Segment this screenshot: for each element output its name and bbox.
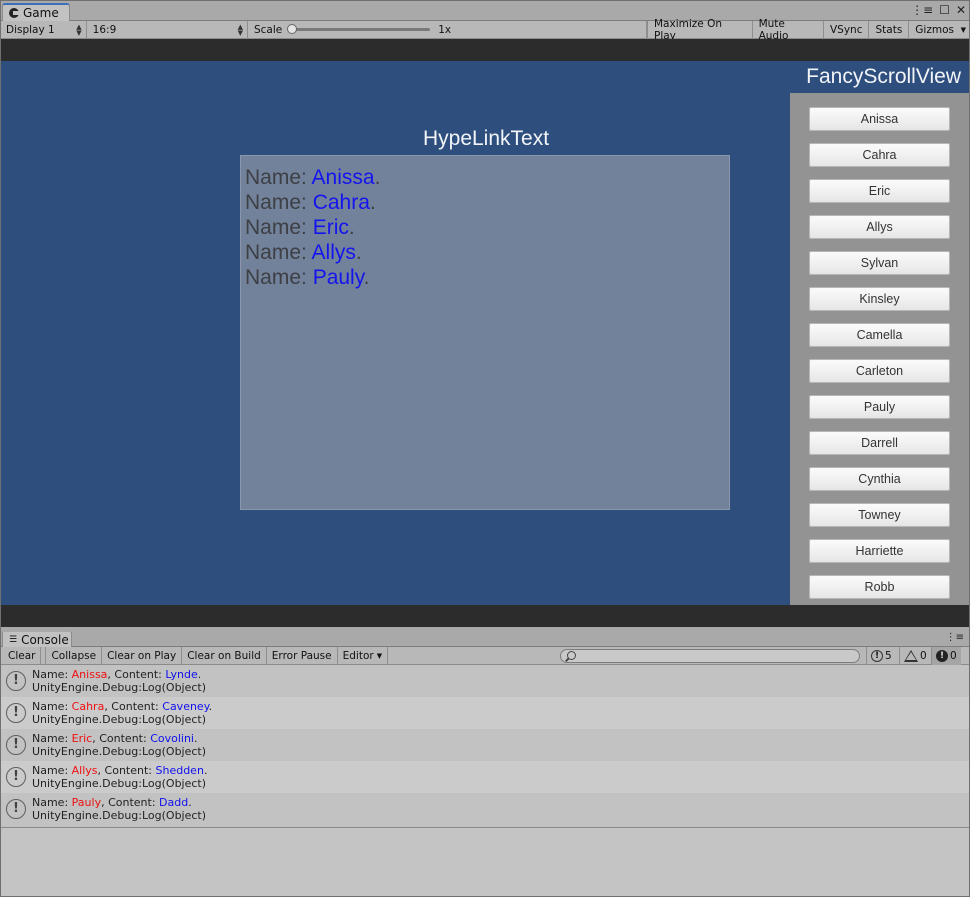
console-list-icon: ☰ — [9, 634, 18, 645]
fancy-item-button[interactable]: Sylvan — [809, 251, 950, 275]
scale-slider-handle[interactable] — [287, 24, 298, 34]
stats-button[interactable]: Stats — [869, 20, 910, 39]
mute-audio-label: Mute Audio — [758, 17, 789, 42]
log-stack-trace: UnityEngine.Debug:Log(Object) — [32, 713, 207, 726]
gizmos-dropdown[interactable]: Gizmos ▼ — [909, 21, 970, 39]
fancy-scroll-title: FancyScrollView — [806, 65, 961, 88]
fancy-item-button[interactable]: Anissa — [809, 107, 950, 131]
info-icon: ! — [6, 671, 26, 691]
maximize-icon[interactable]: ☐ — [939, 3, 950, 17]
log-entry[interactable]: ! Name: Cahra, Content: Caveney. UnityEn… — [0, 697, 970, 729]
vsync-button[interactable]: VSync — [824, 20, 870, 39]
hype-line: Name: Cahra. — [245, 191, 376, 214]
info-icon: ! — [6, 767, 26, 787]
letterbox-bottom — [0, 605, 970, 627]
fancy-item-button[interactable]: Eric — [809, 179, 950, 203]
fancy-item-button[interactable]: Allys — [809, 215, 950, 239]
dropdown-arrows-icon: ▲ ▼ — [76, 22, 82, 37]
hype-link-pauly[interactable]: Pauly — [313, 266, 364, 289]
info-icon: ! — [6, 735, 26, 755]
console-tab-bar: ☰ Console ⋮≡ — [0, 627, 970, 647]
dropdown-arrow-icon: ▼ — [376, 651, 383, 660]
game-controller-icon — [9, 8, 19, 18]
scale-label: Scale — [253, 23, 283, 36]
clear-button[interactable]: Clear — [0, 646, 42, 665]
clear-on-build-button[interactable]: Clear on Build — [182, 646, 267, 665]
fancy-item-button[interactable]: Harriette — [809, 539, 950, 563]
error-count-toggle[interactable]: ! 0 — [931, 647, 961, 665]
aspect-dropdown[interactable]: 16:9 ▲ ▼ — [87, 20, 248, 39]
fancy-item-button[interactable]: Pauly — [809, 395, 950, 419]
log-entry[interactable]: ! Name: Pauly, Content: Dadd. UnityEngin… — [0, 793, 970, 825]
hype-link-allys[interactable]: Allys — [312, 241, 356, 264]
log-stack-trace: UnityEngine.Debug:Log(Object) — [32, 777, 207, 790]
tab-console[interactable]: ☰ Console — [2, 630, 72, 647]
hype-line: Name: Pauly. — [245, 266, 370, 289]
gizmos-label: Gizmos — [915, 23, 954, 36]
console-search-input[interactable] — [560, 649, 860, 663]
fancy-item-button[interactable]: Darrell — [809, 431, 950, 455]
info-icon: ! — [871, 650, 883, 662]
error-icon: ! — [936, 650, 948, 662]
hype-line: Name: Allys. — [245, 241, 362, 264]
dropdown-arrow-icon: ▼ — [960, 25, 966, 34]
hype-line: Name: Eric. — [245, 216, 355, 239]
info-icon: ! — [6, 799, 26, 819]
hype-link-panel: Name: Anissa. Name: Cahra. Name: Eric. N… — [240, 155, 730, 510]
fancy-item-button[interactable]: Towney — [809, 503, 950, 527]
console-toolbar: Clear Collapse Clear on Play Clear on Bu… — [0, 646, 970, 665]
display-dropdown-label: Display 1 — [6, 23, 55, 36]
fancy-item-button[interactable]: Carleton — [809, 359, 950, 383]
error-pause-button[interactable]: Error Pause — [267, 646, 338, 665]
panel-menu-icon[interactable]: ⋮≡ — [911, 3, 933, 17]
editor-dropdown[interactable]: Editor ▼ — [338, 646, 389, 665]
display-dropdown[interactable]: Display 1 ▲ ▼ — [0, 20, 87, 39]
log-stack-trace: UnityEngine.Debug:Log(Object) — [32, 809, 207, 822]
fancy-item-button[interactable]: Robb — [809, 575, 950, 599]
close-icon[interactable]: ✕ — [956, 3, 966, 17]
panel-menu-icon[interactable]: ⋮≡ — [946, 632, 964, 643]
game-view: HypeLinkText Name: Anissa. Name: Cahra. … — [1, 61, 969, 605]
tab-game-label: Game — [23, 6, 59, 20]
log-stack-trace: UnityEngine.Debug:Log(Object) — [32, 681, 207, 694]
info-count-toggle[interactable]: ! 5 — [866, 647, 896, 665]
vsync-label: VSync — [829, 23, 863, 36]
search-icon — [567, 651, 576, 660]
maximize-on-play-button[interactable]: Maximize On Play — [646, 17, 753, 42]
fancy-item-button[interactable]: Cahra — [809, 143, 950, 167]
info-icon: ! — [6, 703, 26, 723]
dropdown-arrows-icon: ▲ ▼ — [237, 22, 243, 37]
log-entry[interactable]: ! Name: Anissa, Content: Lynde. UnityEng… — [0, 665, 970, 697]
hype-link-cahra[interactable]: Cahra — [313, 191, 370, 214]
scale-value: 1x — [438, 23, 452, 36]
warning-icon — [904, 650, 918, 662]
log-entry[interactable]: ! Name: Eric, Content: Covolini. UnityEn… — [0, 729, 970, 761]
collapse-button[interactable]: Collapse — [45, 646, 103, 665]
log-stack-trace: UnityEngine.Debug:Log(Object) — [32, 745, 207, 758]
tab-game[interactable]: Game — [2, 3, 70, 21]
hype-line: Name: Anissa. — [245, 166, 381, 189]
game-tab-bar: Game ⋮≡ ☐ ✕ — [0, 0, 970, 21]
scale-slider[interactable] — [287, 24, 431, 34]
letterbox-top — [0, 39, 970, 61]
hype-link-eric[interactable]: Eric — [313, 216, 349, 239]
maximize-on-play-label: Maximize On Play — [653, 17, 722, 42]
aspect-dropdown-label: 16:9 — [92, 23, 117, 36]
warning-count-toggle[interactable]: 0 — [899, 647, 931, 665]
hype-link-anissa[interactable]: Anissa — [312, 166, 375, 189]
window-controls: ⋮≡ ☐ ✕ — [911, 3, 966, 17]
clear-on-play-button[interactable]: Clear on Play — [102, 646, 183, 665]
fancy-scroll-panel[interactable]: Anissa Cahra Eric Allys Sylvan Kinsley C… — [790, 93, 969, 605]
fancy-item-button[interactable]: Cynthia — [809, 467, 950, 491]
fancy-item-button[interactable]: Camella — [809, 323, 950, 347]
scale-control: Scale 1x — [248, 20, 647, 39]
log-entry[interactable]: ! Name: Allys, Content: Shedden. UnityEn… — [0, 761, 970, 793]
console-log-list[interactable]: ! Name: Anissa, Content: Lynde. UnityEng… — [0, 665, 970, 827]
mute-audio-button[interactable]: Mute Audio — [753, 17, 824, 42]
stats-label: Stats — [875, 23, 903, 36]
console-detail-area[interactable] — [0, 827, 970, 897]
fancy-item-button[interactable]: Kinsley — [809, 287, 950, 311]
tab-console-label: Console — [21, 632, 69, 647]
game-toolbar: Display 1 ▲ ▼ 16:9 ▲ ▼ Scale 1x Maximize O… — [0, 17, 970, 42]
